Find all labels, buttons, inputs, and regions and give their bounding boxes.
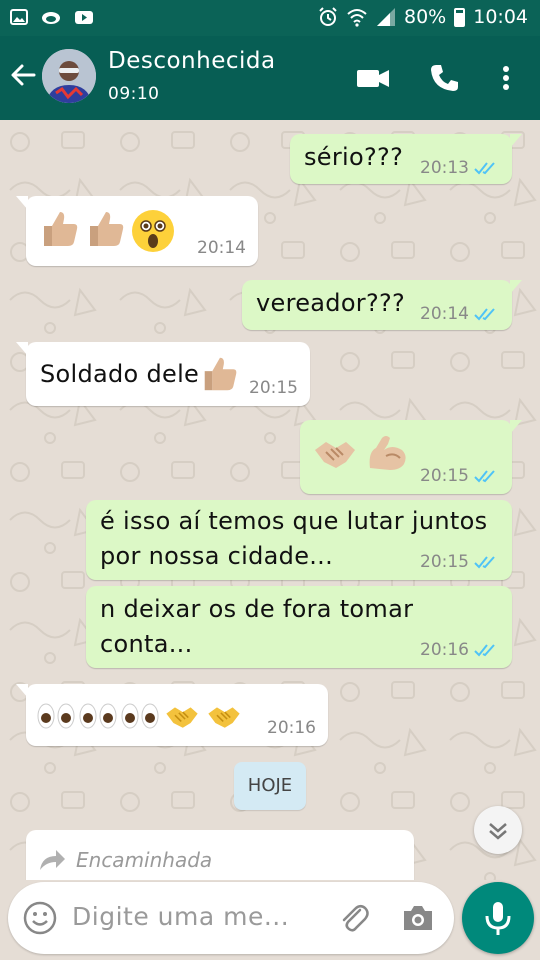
astonished-face-icon	[132, 210, 174, 252]
status-time: 10:04	[473, 6, 528, 28]
message-meta: 20:16	[267, 718, 316, 738]
contact-name[interactable]: Desconhecida	[108, 48, 276, 74]
record-voice-button[interactable]	[462, 882, 534, 954]
thumbs-up-icon	[204, 357, 237, 391]
emoji-row	[312, 430, 410, 476]
cloud-icon	[42, 12, 60, 24]
status-bar-system: 80% 10:04	[318, 6, 528, 28]
message-text: sério???	[304, 143, 404, 171]
last-seen: 09:10	[108, 84, 160, 104]
status-bar: 80% 10:04	[0, 0, 540, 36]
handshake-icon	[208, 707, 240, 728]
message-outgoing[interactable]: 20:15	[300, 420, 522, 494]
message-meta: 20:14	[420, 304, 500, 324]
handshake-icon	[315, 442, 355, 468]
composer: Digite uma me...	[0, 870, 540, 960]
forwarded-label: Encaminhada	[76, 848, 213, 872]
message-input-container[interactable]: Digite uma me...	[8, 882, 454, 954]
message-line: conta...	[100, 630, 193, 658]
eyes-icon	[121, 703, 159, 729]
chat-area[interactable]: sério??? 20:13 20:14 vereador??? 20:14 S…	[0, 120, 540, 880]
double-check-icon	[474, 162, 495, 175]
thumbs-up-icon	[90, 212, 124, 246]
message-incoming[interactable]: 20:16	[16, 684, 328, 746]
message-input[interactable]: Digite uma me...	[72, 902, 289, 931]
message-outgoing[interactable]: é isso aí temos que lutar juntos por nos…	[86, 500, 512, 580]
alarm-icon	[319, 7, 337, 26]
date-divider: HOJE	[234, 762, 306, 810]
message-text: n deixar os de fora tomar conta...	[100, 592, 413, 662]
message-incoming[interactable]: Soldado dele 20:15	[16, 342, 310, 406]
message-time: 20:15	[420, 466, 469, 486]
message-text: vereador???	[256, 289, 406, 317]
double-check-icon	[474, 308, 495, 321]
attach-icon[interactable]	[336, 900, 372, 936]
double-check-icon	[474, 556, 495, 569]
wifi-icon	[347, 9, 367, 27]
message-time: 20:16	[420, 640, 469, 660]
message-time: 20:14	[197, 238, 246, 258]
message-time: 20:16	[267, 718, 316, 738]
eyes-icon	[37, 703, 75, 729]
back-arrow-icon[interactable]	[8, 60, 38, 90]
signal-icon	[377, 8, 395, 26]
message-time: 20:13	[420, 158, 469, 178]
message-outgoing[interactable]: sério??? 20:13	[290, 134, 522, 184]
message-meta: 20:14	[197, 238, 246, 258]
message-time: 20:15	[420, 552, 469, 572]
message-meta: 20:16	[420, 640, 500, 660]
battery-icon	[454, 7, 466, 27]
message-line: n deixar os de fora tomar	[100, 595, 414, 623]
message-line: é isso aí temos que lutar juntos	[100, 507, 488, 535]
status-bar-notifications	[10, 8, 94, 26]
chat-header: Desconhecida 09:10	[0, 36, 540, 120]
message-content: Soldado dele	[40, 354, 239, 394]
scroll-to-bottom-button[interactable]	[474, 806, 522, 854]
more-vert-icon[interactable]	[494, 62, 518, 94]
handshake-icon	[166, 707, 198, 728]
double-check-icon	[474, 644, 495, 657]
contact-avatar[interactable]	[42, 49, 96, 103]
emoji-icon[interactable]	[22, 900, 58, 936]
mic-icon	[485, 902, 511, 935]
emoji-row	[38, 208, 176, 254]
message-meta: 20:15	[420, 466, 500, 486]
message-time: 20:14	[420, 304, 469, 324]
scroll-down-icon	[489, 823, 507, 840]
message-time: 20:15	[249, 378, 298, 398]
message-outgoing[interactable]: n deixar os de fora tomar conta... 20:16	[86, 586, 512, 668]
message-meta: 20:13	[420, 158, 500, 178]
battery-percent: 80%	[404, 6, 447, 28]
double-check-icon	[474, 470, 495, 483]
message-outgoing[interactable]: vereador??? 20:14	[242, 280, 522, 330]
camera-icon[interactable]	[400, 900, 436, 936]
eyes-icon	[79, 703, 117, 729]
image-icon	[10, 9, 28, 25]
video-call-icon[interactable]	[356, 62, 390, 94]
emoji-row	[36, 698, 244, 734]
avatar-picture	[42, 49, 96, 103]
youtube-icon	[75, 11, 93, 24]
phone-icon[interactable]	[428, 62, 460, 94]
message-incoming[interactable]: 20:14	[16, 196, 258, 266]
forward-icon	[40, 850, 65, 870]
thumbs-up-icon	[44, 212, 78, 246]
message-meta: 20:15	[420, 552, 500, 572]
flexed-biceps-icon	[369, 436, 406, 470]
message-meta: 20:15	[249, 378, 298, 398]
message-text: Soldado dele	[40, 359, 200, 388]
